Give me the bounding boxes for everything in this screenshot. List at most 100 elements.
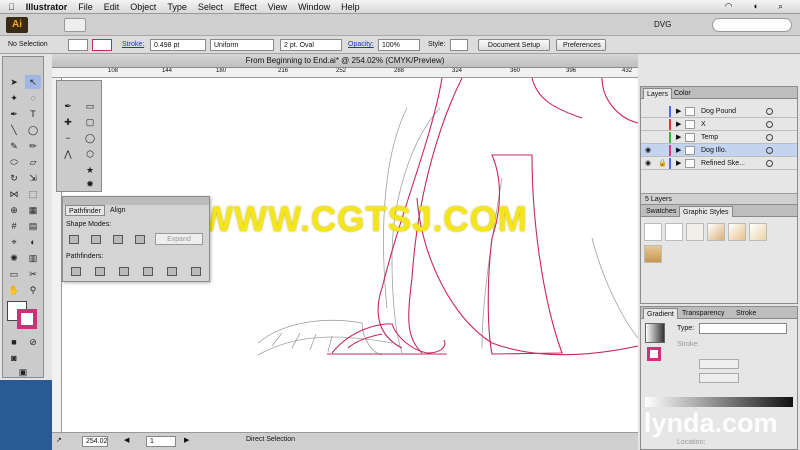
next-artboard-icon[interactable]: ▶ (184, 436, 189, 444)
exclude-icon[interactable] (135, 235, 145, 244)
visibility-eye-icon[interactable]: ◉ (645, 144, 651, 157)
menu-help[interactable]: Help (341, 2, 360, 12)
layer-target-icon[interactable] (766, 160, 773, 167)
tab-layers[interactable]: Layers (643, 88, 673, 99)
document-setup-button[interactable]: Document Setup (478, 39, 550, 51)
tab-gradient[interactable]: Gradient (643, 308, 678, 319)
gradient-tool-icon[interactable]: ▤ (25, 219, 41, 233)
menu-window[interactable]: Window (298, 2, 330, 12)
ellipse-tool-icon[interactable]: ◯ (82, 131, 98, 145)
gradient-type-select[interactable] (699, 323, 787, 334)
workspace-switcher[interactable]: DVG (654, 18, 704, 32)
brush-definition[interactable]: 2 pt. Oval (280, 39, 342, 51)
swatch[interactable] (644, 245, 662, 263)
prev-artboard-icon[interactable]: ◀ (124, 436, 129, 444)
mesh-tool-icon[interactable]: # (6, 219, 22, 233)
pen-tool-icon[interactable]: ✒ (60, 99, 76, 113)
arrange-documents-button[interactable] (64, 18, 86, 32)
shape-builder-icon[interactable]: ⊕ (6, 203, 22, 217)
fill-swatch[interactable] (68, 39, 88, 51)
variable-width-profile[interactable]: Uniform (210, 39, 274, 51)
menu-file[interactable]: File (78, 2, 93, 12)
swatch[interactable] (749, 223, 767, 241)
zoom-tool-icon[interactable]: ⚲ (25, 283, 41, 297)
layer-target-icon[interactable] (766, 134, 773, 141)
unite-icon[interactable] (69, 235, 79, 244)
symbol-sprayer-icon[interactable]: ✺ (6, 251, 22, 265)
layer-row[interactable]: ◉ ▶ Dog Illo. (641, 144, 797, 157)
screen-mode-icon[interactable]: ▣ (15, 365, 31, 379)
color-mode-icon[interactable]: ■ (6, 335, 22, 349)
rounded-rectangle-icon[interactable]: ▢ (82, 115, 98, 129)
merge-icon[interactable] (119, 267, 129, 276)
wifi-icon[interactable]: ◠ (725, 1, 733, 12)
line-tool-icon[interactable]: ╲ (6, 123, 22, 137)
convert-anchor-icon[interactable]: ⋀ (60, 147, 76, 161)
pencil-icon[interactable]: ✏ (25, 139, 41, 153)
eraser-icon[interactable]: ▱ (25, 155, 41, 169)
disclosure-triangle-icon[interactable]: ▶ (676, 105, 681, 118)
layer-target-icon[interactable] (766, 108, 773, 115)
layer-row[interactable]: ▶ X (641, 118, 797, 131)
disclosure-triangle-icon[interactable]: ▶ (676, 157, 681, 170)
rotate-tool-icon[interactable]: ↻ (6, 171, 22, 185)
tab-align[interactable]: Align (107, 205, 129, 216)
layer-target-icon[interactable] (766, 147, 773, 154)
width-tool-icon[interactable]: ⋈ (6, 187, 22, 201)
apple-icon[interactable]:  (8, 2, 15, 12)
crop-icon[interactable] (143, 267, 153, 276)
lasso-icon[interactable]: ◌ (25, 91, 41, 105)
disclosure-triangle-icon[interactable]: ▶ (676, 131, 681, 144)
rectangle-tool-icon[interactable]: ▭ (82, 99, 98, 113)
style-picker[interactable] (450, 39, 468, 51)
stroke-swatch[interactable] (92, 39, 112, 51)
divide-icon[interactable] (71, 267, 81, 276)
panel-titlebar[interactable] (63, 197, 209, 205)
swatch[interactable] (665, 223, 683, 241)
gradient-preview[interactable] (645, 323, 665, 343)
lock-icon[interactable]: 🔒 (658, 157, 667, 170)
ellipse-tool-icon[interactable]: ◯ (25, 123, 41, 137)
swatch[interactable] (728, 223, 746, 241)
intersect-icon[interactable] (113, 235, 123, 244)
swatch[interactable] (644, 223, 662, 241)
tab-stroke[interactable]: Stroke (733, 308, 759, 319)
paintbrush-icon[interactable]: ✎ (6, 139, 22, 153)
blend-tool-icon[interactable]: ◐ (25, 235, 41, 249)
slice-tool-icon[interactable]: ✂ (25, 267, 41, 281)
tab-swatches[interactable]: Swatches (643, 206, 679, 217)
magic-wand-icon[interactable]: ✦ (6, 91, 22, 105)
menu-view[interactable]: View (268, 2, 287, 12)
gradient-angle-field[interactable] (699, 359, 739, 369)
direct-selection-tool-icon[interactable]: ↖ (25, 75, 41, 89)
none-mode-icon[interactable]: ⊘ (25, 335, 41, 349)
minus-front-icon[interactable] (91, 235, 101, 244)
eyedropper-icon[interactable]: ⌖ (6, 235, 22, 249)
polygon-tool-icon[interactable]: ⬡ (82, 147, 98, 161)
menu-select[interactable]: Select (198, 2, 223, 12)
zoom-field[interactable]: 254.02 (82, 436, 108, 447)
trim-icon[interactable] (95, 267, 105, 276)
tab-transparency[interactable]: Transparency (679, 308, 728, 319)
star-tool-icon[interactable]: ★ (82, 163, 98, 177)
menu-type[interactable]: Type (167, 2, 187, 12)
free-transform-icon[interactable]: ⬚ (25, 187, 41, 201)
artboard-field[interactable]: 1 (146, 436, 176, 447)
layer-target-icon[interactable] (766, 121, 773, 128)
outline-icon[interactable] (167, 267, 177, 276)
pen-tool-icon[interactable]: ✒ (6, 107, 22, 121)
menu-edit[interactable]: Edit (104, 2, 120, 12)
blob-brush-icon[interactable]: ⬭ (6, 155, 22, 169)
disclosure-triangle-icon[interactable]: ▶ (676, 144, 681, 157)
document-tab[interactable]: From Beginning to End.ai* @ 254.02% (CMY… (52, 54, 638, 68)
gradient-slider[interactable] (645, 397, 793, 407)
search-icon[interactable]: ⌕ (778, 1, 783, 12)
layer-row[interactable]: ▶ Temp (641, 131, 797, 144)
type-tool-icon[interactable]: T (25, 107, 41, 121)
current-tool-status[interactable]: Direct Selection (246, 436, 295, 443)
volume-icon[interactable]: ◖ (753, 1, 758, 12)
artboard-tool-icon[interactable]: ▭ (6, 267, 22, 281)
add-anchor-icon[interactable]: ✚ (60, 115, 76, 129)
stroke-color-icon[interactable] (17, 309, 37, 329)
expand-button[interactable]: Expand (155, 233, 203, 245)
